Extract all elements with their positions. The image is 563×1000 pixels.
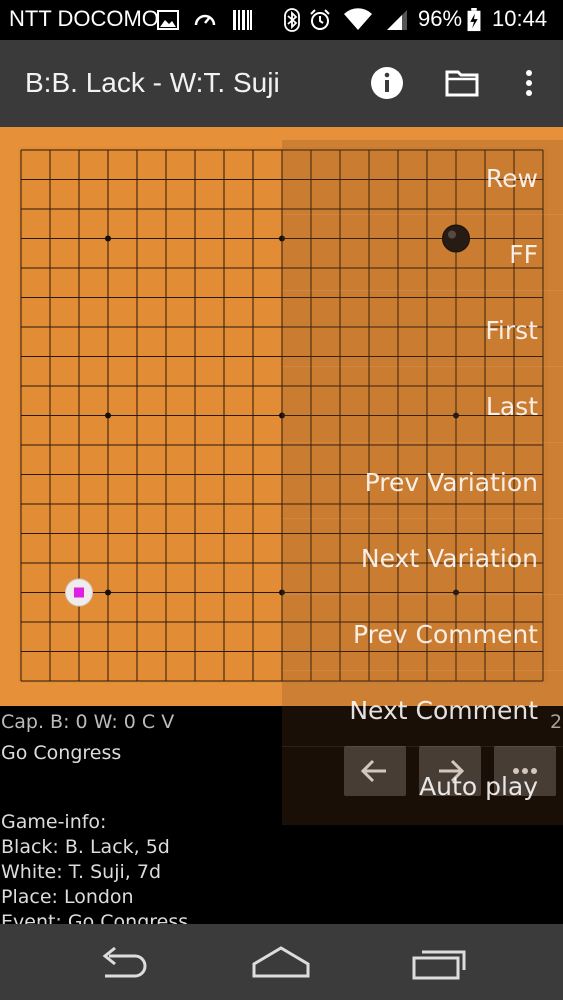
menu-item-ff[interactable]: FF bbox=[509, 240, 538, 269]
black-player: Black: B. Lack, 5d bbox=[1, 836, 170, 858]
image-icon bbox=[157, 10, 179, 30]
folder-icon[interactable] bbox=[444, 65, 480, 101]
menu-separator bbox=[282, 366, 563, 367]
captures-line: Cap. B: 0 W: 0 C V bbox=[1, 711, 175, 733]
game-info-header: Game-info: bbox=[1, 811, 107, 833]
battery-percentage: 96% bbox=[418, 6, 463, 31]
wifi-icon bbox=[344, 8, 372, 30]
place: Place: London bbox=[1, 886, 134, 908]
overflow-menu-icon[interactable] bbox=[511, 65, 547, 101]
navigation-overlay-menu: Rew FF First Last Prev Variation Next Va… bbox=[282, 140, 563, 825]
menu-separator bbox=[282, 290, 563, 291]
menu-item-last[interactable]: Last bbox=[486, 392, 538, 421]
battery-charging-icon bbox=[467, 8, 481, 32]
menu-separator bbox=[282, 746, 563, 747]
clock: 10:44 bbox=[492, 6, 548, 31]
bluetooth-icon bbox=[284, 8, 300, 32]
menu-item-next-variation[interactable]: Next Variation bbox=[361, 544, 538, 573]
menu-separator bbox=[282, 214, 563, 215]
signal-icon bbox=[387, 10, 407, 30]
star-point bbox=[105, 235, 111, 242]
star-point bbox=[105, 412, 111, 419]
back-icon[interactable] bbox=[95, 942, 155, 982]
menu-item-auto-play[interactable]: Auto play bbox=[419, 772, 538, 801]
info-icon[interactable] bbox=[369, 65, 405, 101]
menu-item-prev-variation[interactable]: Prev Variation bbox=[365, 468, 538, 497]
system-nav-bar bbox=[0, 924, 563, 1000]
star-point bbox=[105, 589, 111, 596]
menu-item-next-comment[interactable]: Next Comment bbox=[349, 696, 538, 725]
last-move-marker bbox=[74, 587, 84, 598]
menu-separator bbox=[282, 670, 563, 671]
menu-separator bbox=[282, 518, 563, 519]
alarm-icon bbox=[310, 9, 330, 30]
speedometer-icon bbox=[194, 14, 216, 26]
white-player: White: T. Suji, 7d bbox=[1, 861, 162, 883]
menu-item-rew[interactable]: Rew bbox=[486, 164, 538, 193]
recents-icon[interactable] bbox=[410, 942, 470, 982]
comment-line: Go Congress bbox=[1, 742, 122, 764]
barcode-icon bbox=[233, 10, 252, 30]
menu-separator bbox=[282, 442, 563, 443]
status-bar: NTT DOCOMO 96% 10:44 bbox=[0, 0, 563, 40]
menu-item-first[interactable]: First bbox=[485, 316, 538, 345]
page-title: B:B. Lack - W:T. Suji bbox=[25, 67, 280, 98]
carrier-name: NTT DOCOMO bbox=[9, 6, 159, 31]
home-icon[interactable] bbox=[250, 942, 312, 982]
app-bar: B:B. Lack - W:T. Suji bbox=[0, 40, 563, 127]
menu-separator bbox=[282, 594, 563, 595]
menu-item-prev-comment[interactable]: Prev Comment bbox=[353, 620, 538, 649]
